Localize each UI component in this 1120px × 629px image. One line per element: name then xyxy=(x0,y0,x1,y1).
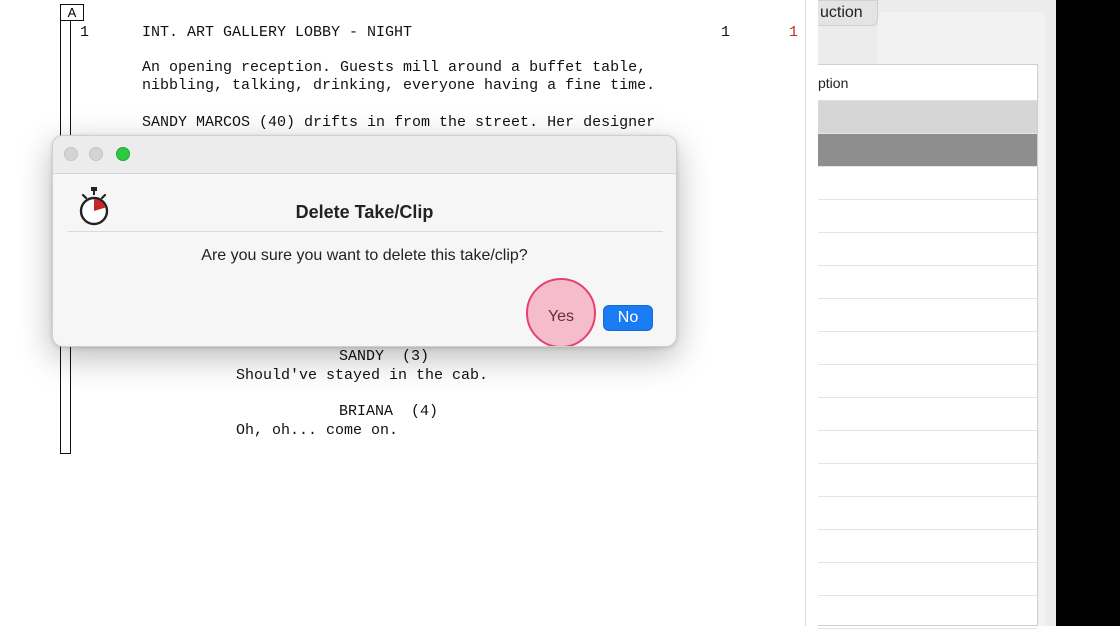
list-row[interactable] xyxy=(818,398,1037,431)
no-button[interactable]: No xyxy=(603,305,653,331)
list-row[interactable] xyxy=(818,464,1037,497)
takes-list[interactable]: ption xyxy=(818,64,1038,629)
delete-take-dialog: Delete Take/Clip Are you sure you want t… xyxy=(52,135,677,347)
column-header-description[interactable]: ption xyxy=(818,65,1037,101)
zoom-window-button[interactable] xyxy=(116,147,130,161)
list-row[interactable] xyxy=(818,233,1037,266)
yes-button[interactable]: Yes xyxy=(538,305,584,331)
dialog-title: Delete Take/Clip xyxy=(295,202,434,222)
dialog-message: Are you sure you want to delete this tak… xyxy=(201,247,528,264)
list-row[interactable] xyxy=(818,200,1037,233)
page-divider xyxy=(805,0,806,626)
scene-number-revised: 1 xyxy=(789,24,799,41)
scene-number-left: 1 xyxy=(80,24,90,41)
list-row-selected[interactable] xyxy=(818,101,1037,134)
scene-heading[interactable]: INT. ART GALLERY LOBBY - NIGHT xyxy=(142,24,412,42)
list-row[interactable] xyxy=(818,596,1037,629)
dialogue-line[interactable]: Should've stayed in the cab. xyxy=(236,367,488,385)
list-row[interactable] xyxy=(818,497,1037,530)
dialog-title-bar[interactable] xyxy=(53,136,676,174)
list-row[interactable] xyxy=(818,167,1037,200)
dialog-separator xyxy=(68,231,663,232)
scene-number-right: 1 xyxy=(721,24,731,41)
list-row[interactable] xyxy=(818,431,1037,464)
action-line[interactable]: An opening reception. Guests mill around… xyxy=(142,59,646,77)
tab-production[interactable]: uction xyxy=(818,0,878,26)
list-row[interactable] xyxy=(818,365,1037,398)
close-window-button[interactable] xyxy=(64,147,78,161)
action-line[interactable]: SANDY MARCOS (40) drifts in from the str… xyxy=(142,114,655,132)
list-row[interactable] xyxy=(818,563,1037,596)
list-row[interactable] xyxy=(818,266,1037,299)
minimize-window-button[interactable] xyxy=(89,147,103,161)
list-row[interactable] xyxy=(818,530,1037,563)
action-line[interactable]: nibbling, talking, drinking, everyone ha… xyxy=(142,77,655,95)
list-row[interactable] xyxy=(818,299,1037,332)
dialogue-line[interactable]: Oh, oh... come on. xyxy=(236,422,398,440)
revision-letter: A xyxy=(60,4,84,21)
screen-edge xyxy=(1056,0,1120,626)
character-name[interactable]: BRIANA (4) xyxy=(339,403,438,421)
list-row[interactable] xyxy=(818,332,1037,365)
character-name[interactable]: SANDY (3) xyxy=(339,348,429,366)
list-row-highlighted[interactable] xyxy=(818,134,1037,167)
